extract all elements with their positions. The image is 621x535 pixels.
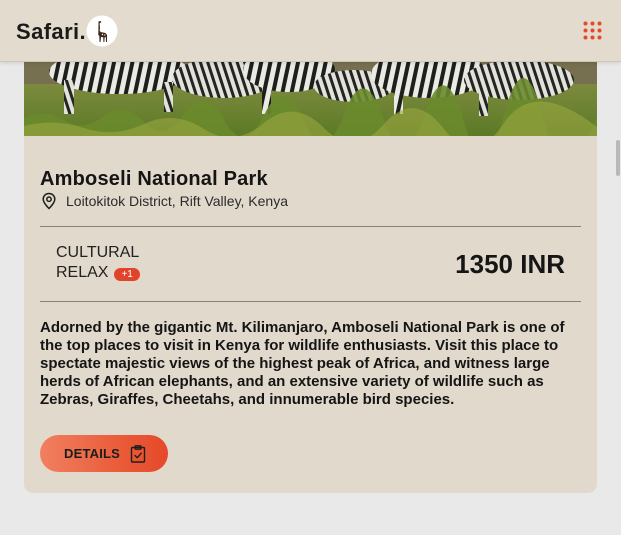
park-description: Adorned by the gigantic Mt. Kilimanjaro,… [40, 319, 565, 408]
tag-cultural: CULTURAL [56, 244, 140, 261]
logo[interactable]: Safari. [16, 15, 118, 47]
clipboard-check-icon [130, 444, 146, 463]
meta-row: CULTURAL RELAX +1 1350 INR [40, 227, 581, 301]
card-body: Amboseli National Park Loitokitok Distri… [40, 168, 581, 472]
page: Amboseli National Park Loitokitok Distri… [0, 0, 621, 535]
details-button-label: DETAILS [64, 446, 121, 461]
scrollbar-thumb[interactable] [616, 140, 620, 176]
divider [40, 301, 581, 302]
extra-tags-badge[interactable]: +1 [114, 267, 140, 281]
location-text: Loitokitok District, Rift Valley, Kenya [66, 193, 289, 209]
tag-list: CULTURAL RELAX +1 [56, 243, 140, 283]
park-title: Amboseli National Park [40, 168, 268, 190]
top-header: Safari. [0, 0, 621, 62]
price: 1350 INR [455, 249, 565, 279]
park-card: Amboseli National Park Loitokitok Distri… [24, 0, 597, 493]
location-row: Loitokitok District, Rift Valley, Kenya [40, 191, 581, 211]
tag-row: RELAX +1 [56, 263, 140, 283]
logo-text: Safari. [16, 19, 87, 44]
grid-menu-icon[interactable] [583, 21, 602, 40]
map-pin-icon [42, 192, 56, 210]
scrollbar[interactable] [614, 62, 621, 535]
giraffe-icon [86, 15, 118, 47]
tag-relax: RELAX [56, 264, 109, 281]
details-button[interactable]: DETAILS [40, 435, 168, 472]
